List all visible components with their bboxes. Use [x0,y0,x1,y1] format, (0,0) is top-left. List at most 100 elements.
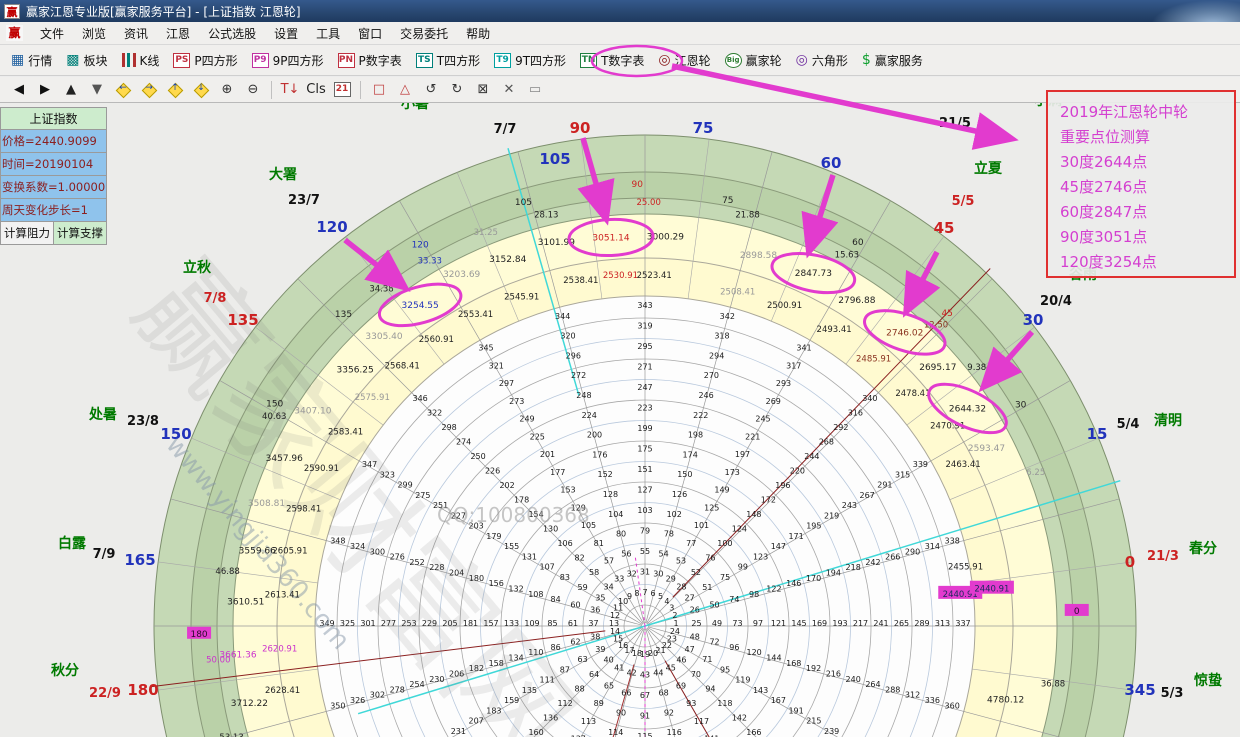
toolbar-button-P数字表[interactable]: PNP数字表 [331,49,409,72]
svg-text:201: 201 [540,450,555,459]
chart-area[interactable]: 1234567891011121314151617181920212223242… [0,103,1240,737]
calc-resistance-button[interactable]: 计算阻力 [0,222,54,245]
svg-text:35: 35 [595,593,605,602]
toolbar-button-行情[interactable]: ▦行情 [4,49,59,72]
svg-text:7/8: 7/8 [204,291,227,306]
triangle-tool[interactable]: △ [393,79,417,100]
menu-item-窗口[interactable]: 窗口 [349,22,391,45]
svg-text:2746.02: 2746.02 [886,328,923,338]
back-button[interactable]: ◀ [7,79,31,100]
menu-item-江恩[interactable]: 江恩 [157,22,199,45]
svg-text:302: 302 [370,691,385,700]
toolbar-button-P四方形[interactable]: PSP四方形 [166,49,244,72]
svg-text:222: 222 [693,411,708,420]
svg-text:25.00: 25.00 [637,198,661,208]
pan-up-button[interactable]: ↑ [163,79,187,100]
toolbar-button-板块[interactable]: ▩板块 [59,49,114,72]
svg-text:72: 72 [709,638,719,647]
svg-text:24: 24 [670,627,680,636]
svg-text:143: 143 [753,686,768,695]
toolbar-button-T四方形[interactable]: TST四方形 [409,49,487,72]
toolbar-button-9P四方形[interactable]: P99P四方形 [245,49,331,72]
svg-text:241: 241 [873,619,888,628]
svg-text:3661.36: 3661.36 [219,650,256,660]
svg-text:95: 95 [720,665,730,674]
menu-item-资讯[interactable]: 资讯 [115,22,157,45]
calc-support-button[interactable]: 计算支撑 [54,222,107,245]
forward-button[interactable]: ▶ [33,79,57,100]
rotate-cw-tool[interactable]: ↻ [445,79,469,100]
svg-text:219: 219 [824,511,839,520]
svg-text:321: 321 [489,361,504,370]
svg-text:QQ:100800368: QQ:100800368 [437,503,590,527]
svg-text:2598.41: 2598.41 [286,504,321,514]
toolbar-button-T数字表[interactable]: TNT数字表 [573,49,651,72]
app-logo-icon: 赢 [4,4,20,19]
rect-tool[interactable]: □ [367,79,391,100]
svg-text:318: 318 [714,332,729,341]
menu-item-交易委托[interactable]: 交易委托 [391,22,457,45]
svg-text:秋分: 秋分 [51,662,79,679]
svg-text:128: 128 [603,490,618,499]
pan-left-button[interactable]: ← [111,79,135,100]
box-x-tool[interactable]: ⊠ [471,79,495,100]
svg-text:81: 81 [594,539,604,548]
menu-item-文件[interactable]: 文件 [31,22,73,45]
pointer-down-tool[interactable]: ▼ [85,79,109,100]
svg-text:2898.58: 2898.58 [740,251,777,261]
menu-item-设置[interactable]: 设置 [265,22,307,45]
title-bar: 赢 赢家江恩专业版[赢家服务平台] - [上证指数 江恩轮] [0,0,1240,22]
svg-text:98: 98 [749,590,759,599]
screen-tool[interactable]: ▭ [523,79,547,100]
menu-item-公式选股[interactable]: 公式选股 [199,22,265,45]
menu-item-工具[interactable]: 工具 [307,22,349,45]
toolbar-button-K线[interactable]: K线 [115,49,167,72]
pointer-up-tool[interactable]: ▲ [59,79,83,100]
t-down-tool[interactable]: T↓ [278,79,302,100]
svg-text:291: 291 [877,481,892,490]
svg-text:317: 317 [786,361,801,370]
svg-text:194: 194 [826,569,841,578]
rotate-ccw-tool[interactable]: ↺ [419,79,443,100]
svg-text:124: 124 [732,525,747,534]
ts-badge-icon: TS [416,53,433,68]
svg-text:198: 198 [688,431,703,440]
toolbar-label: T数字表 [601,52,644,69]
step-row: 周天变化步长=1 [0,199,107,222]
cross-tool[interactable]: ✕ [497,79,521,100]
svg-text:100: 100 [717,539,732,548]
svg-text:45: 45 [666,664,676,673]
svg-text:5/5: 5/5 [952,194,975,209]
zoom-in-button[interactable]: ⊕ [215,79,239,100]
pan-right-button[interactable]: → [137,79,161,100]
cls-button[interactable]: Cls [304,79,328,100]
calendar-button[interactable]: 21 [330,79,354,100]
menu-item-帮助[interactable]: 帮助 [457,22,499,45]
anno-line: 重要点位测算 [1060,125,1234,150]
svg-text:31.25: 31.25 [474,228,498,238]
menu-item-浏览[interactable]: 浏览 [73,22,115,45]
toolbar-button-赢家服务[interactable]: $赢家服务 [855,49,930,72]
zoom-out-button[interactable]: ⊖ [241,79,265,100]
svg-text:115: 115 [637,732,652,737]
toolbar-button-赢家轮[interactable]: Big赢家轮 [718,49,789,72]
svg-text:148: 148 [746,510,761,519]
svg-text:108: 108 [528,590,543,599]
svg-text:2695.17: 2695.17 [919,363,956,373]
toolbar-button-9T四方形[interactable]: T99T四方形 [487,49,573,72]
pan-down-button[interactable]: ↓ [189,79,213,100]
svg-text:99: 99 [738,563,748,572]
svg-text:74: 74 [729,595,739,604]
svg-text:2470.91: 2470.91 [930,422,965,432]
svg-text:196: 196 [775,481,790,490]
toolbar-button-六角形[interactable]: ◎六角形 [789,49,855,72]
svg-text:15: 15 [1087,425,1108,443]
svg-text:120: 120 [412,240,429,250]
svg-text:33.33: 33.33 [418,257,442,267]
svg-text:290: 290 [905,547,920,556]
toolbar-button-江恩轮[interactable]: ◎江恩轮 [651,49,717,72]
svg-text:处暑: 处暑 [88,406,117,423]
svg-text:221: 221 [745,432,760,441]
svg-text:175: 175 [637,445,652,454]
svg-text:3508.81: 3508.81 [248,499,285,509]
